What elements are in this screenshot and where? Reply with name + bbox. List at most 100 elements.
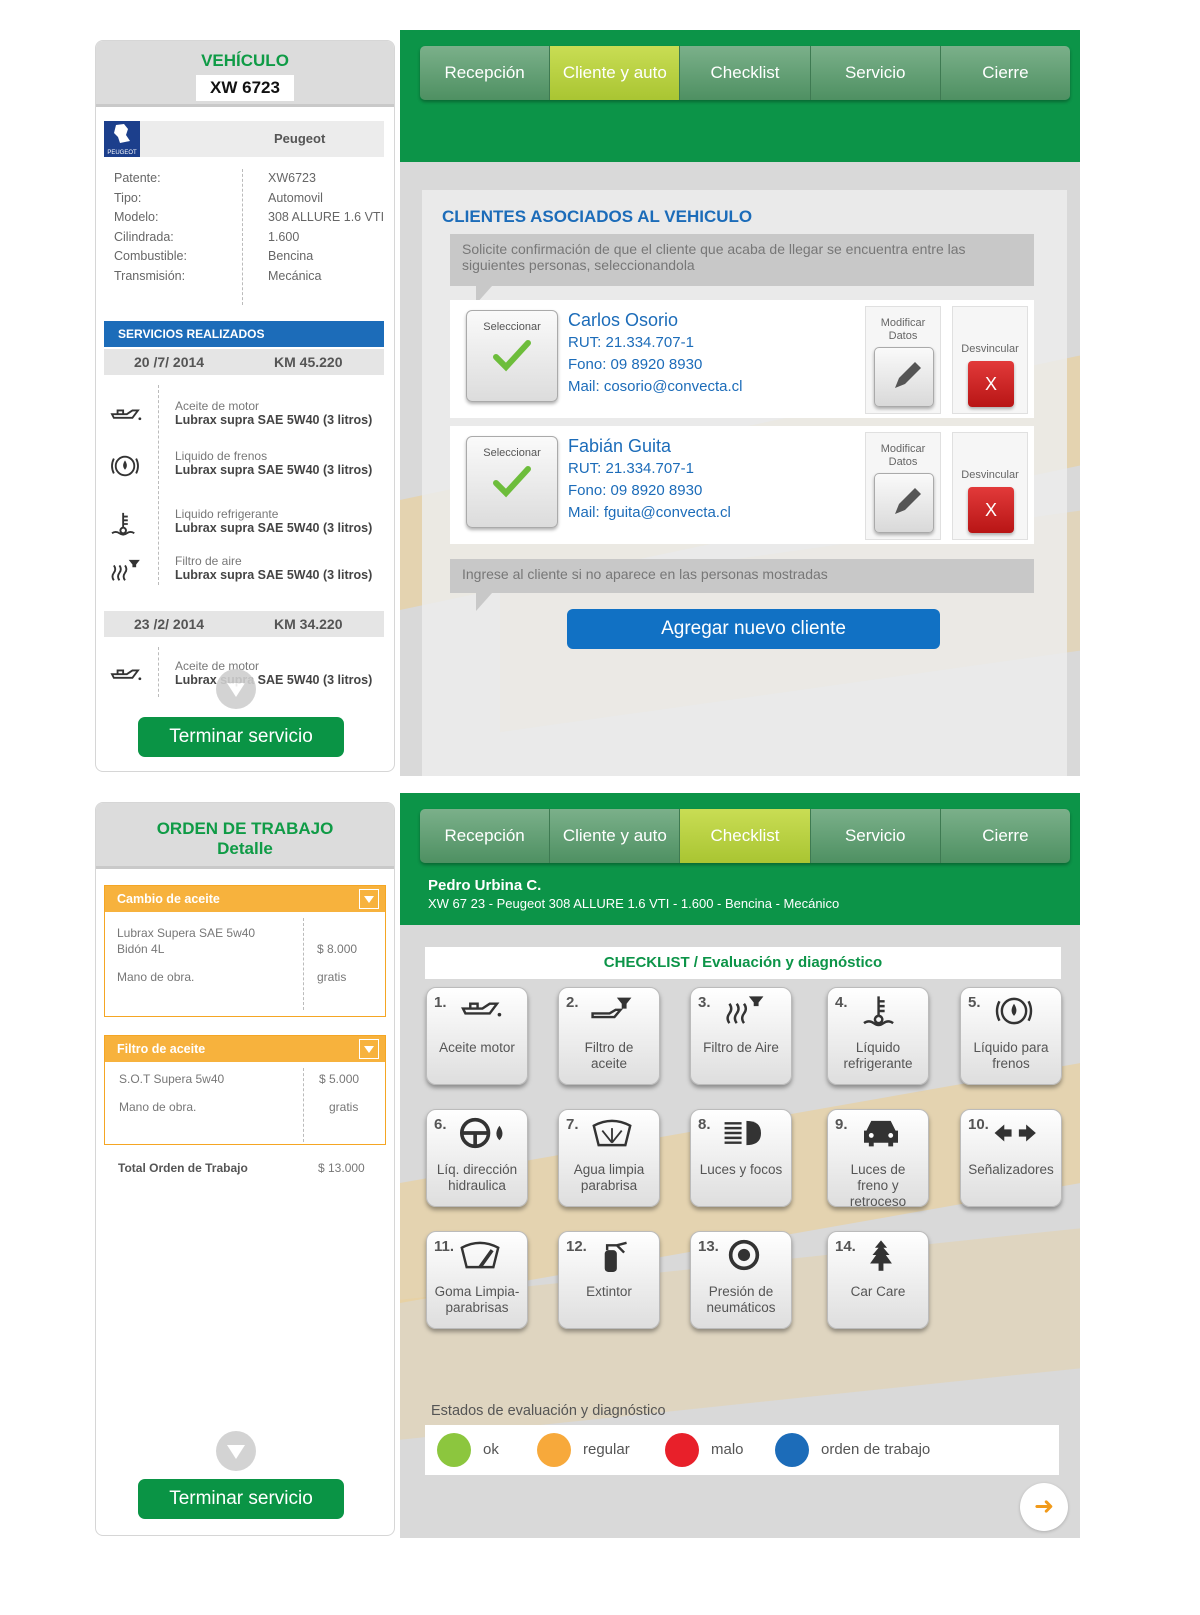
checklist-item[interactable]: 9. Luces de freno y retroceso bbox=[827, 1109, 929, 1209]
tab-cliente-y-auto[interactable]: Cliente y auto bbox=[550, 46, 681, 100]
checklist-number: 10. bbox=[968, 1116, 989, 1133]
checklist-number: 2. bbox=[566, 994, 579, 1011]
finish-service-button[interactable]: Terminar servicio bbox=[138, 1479, 344, 1519]
checklist-item[interactable]: 3. Filtro de Aire bbox=[690, 987, 792, 1085]
modify-label: Modificar Datos bbox=[880, 443, 926, 468]
unlink-button[interactable]: X bbox=[968, 487, 1014, 533]
checklist-item[interactable]: 11. Goma Limpia-parabrisas bbox=[426, 1231, 528, 1329]
vehicle-plate: XW 6723 bbox=[196, 75, 294, 101]
checklist-number: 6. bbox=[434, 1116, 447, 1133]
select-client-button[interactable]: Seleccionar bbox=[466, 436, 558, 528]
edit-button[interactable] bbox=[874, 347, 934, 407]
edit-button[interactable] bbox=[874, 473, 934, 533]
brake-fluid-icon bbox=[989, 994, 1039, 1028]
tab-cierre[interactable]: Cierre bbox=[940, 809, 1070, 863]
air-filter-icon bbox=[719, 994, 769, 1028]
client-name: Carlos Osorio bbox=[568, 310, 679, 330]
checklist-number: 8. bbox=[698, 1116, 711, 1133]
finish-service-button[interactable]: Terminar servicio bbox=[138, 717, 344, 757]
turn-signal-icon bbox=[989, 1116, 1039, 1150]
order-item-title: Filtro de aceite bbox=[117, 1042, 206, 1056]
order-header: ORDEN DE TRABAJO Detalle bbox=[96, 803, 394, 869]
order-line-value: gratis bbox=[317, 970, 347, 984]
unlink-label: Desvincular bbox=[961, 343, 1019, 355]
status-label: regular bbox=[583, 1441, 630, 1458]
coolant-icon bbox=[108, 511, 142, 537]
tab-recepci-n[interactable]: Recepción bbox=[420, 46, 551, 100]
scroll-down-button[interactable] bbox=[216, 669, 256, 709]
service-label: Liquido refrigerante bbox=[175, 507, 279, 521]
scroll-down-button[interactable] bbox=[216, 1431, 256, 1471]
peugeot-logo: PEUGEOT bbox=[104, 121, 140, 157]
vehicle-line: XW 67 23 - Peugeot 308 ALLURE 1.6 VTI - … bbox=[428, 896, 840, 911]
checklist-number: 13. bbox=[698, 1238, 719, 1255]
checklist-item[interactable]: 8. Luces y focos bbox=[690, 1109, 792, 1207]
checklist-item[interactable]: 14. Car Care bbox=[827, 1231, 929, 1329]
add-client-button[interactable]: Agregar nuevo cliente bbox=[567, 609, 940, 649]
unlink-button[interactable]: X bbox=[968, 361, 1014, 407]
tab-recepci-n[interactable]: Recepción bbox=[420, 809, 551, 863]
order-line-label: S.O.T Supera 5w40 bbox=[119, 1072, 225, 1086]
brake-fluid-icon bbox=[108, 453, 142, 479]
select-label: Seleccionar bbox=[483, 447, 541, 459]
air-filter-icon bbox=[108, 558, 142, 584]
checklist-label: Extintor bbox=[586, 1284, 632, 1299]
checklist-item[interactable]: 4. Líquido refrigerante bbox=[827, 987, 929, 1085]
checklist-item[interactable]: 6. Líq. dirección hidraulica bbox=[426, 1109, 528, 1207]
visit-km: KM 45.220 bbox=[274, 354, 343, 370]
visit-date: 20 /7/ 2014 bbox=[134, 354, 205, 370]
step-tabs: Recepción Cliente y auto Checklist Servicio… bbox=[420, 46, 1070, 100]
checklist-number: 12. bbox=[566, 1238, 587, 1255]
checklist-label: Filtro de aceite bbox=[584, 1040, 634, 1071]
checklist-label: Líquido para frenos bbox=[973, 1040, 1049, 1071]
legend-title: Estados de evaluación y diagnóstico bbox=[431, 1403, 666, 1419]
chevron-down-icon[interactable] bbox=[359, 1039, 379, 1059]
tab-cierre[interactable]: Cierre bbox=[940, 46, 1070, 100]
tab-checklist[interactable]: Checklist bbox=[680, 46, 811, 100]
status-dot bbox=[437, 1433, 471, 1467]
checklist-label: Presión de neumáticos bbox=[706, 1284, 776, 1315]
checklist-item[interactable]: 10. Señalizadores bbox=[960, 1109, 1062, 1207]
oil-can-icon bbox=[108, 403, 142, 429]
vehicle-header: VEHÍCULO XW 6723 bbox=[96, 41, 394, 107]
chevron-down-icon[interactable] bbox=[359, 889, 379, 909]
tab-checklist[interactable]: Checklist bbox=[680, 809, 811, 863]
checklist-item[interactable]: 13. Presión de neumáticos bbox=[690, 1231, 792, 1329]
spec-value: Mecánica bbox=[268, 268, 322, 283]
spec-value: XW6723 bbox=[268, 171, 316, 185]
checklist-number: 3. bbox=[698, 994, 711, 1011]
checklist-label: Filtro de Aire bbox=[703, 1040, 779, 1055]
order-total-value: $ 13.000 bbox=[318, 1161, 365, 1175]
service-value: Lubrax supra SAE 5W40 (3 litros) bbox=[175, 521, 373, 535]
checklist-item[interactable]: 1. Aceite motor bbox=[426, 987, 528, 1085]
services-header: SERVICIOS REALIZADOS bbox=[104, 321, 384, 347]
exit-icon[interactable]: ➜ bbox=[1020, 1483, 1068, 1531]
checklist-label: Luces y focos bbox=[699, 1162, 783, 1177]
order-line-label: Bidón 4L bbox=[117, 942, 165, 956]
checklist-item[interactable]: 5. Líquido para frenos bbox=[960, 987, 1062, 1085]
washer-fluid-icon bbox=[587, 1116, 637, 1150]
check-icon bbox=[467, 339, 557, 376]
client-details: RUT: 21.334.707-1 Fono: 09 8920 8930 Mail:… bbox=[568, 332, 742, 398]
service-label: Aceite de motor bbox=[175, 659, 260, 673]
coolant-icon bbox=[856, 994, 906, 1028]
order-line-value: $ 5.000 bbox=[319, 1072, 360, 1086]
checklist-item[interactable]: 2. Filtro de aceite bbox=[558, 987, 660, 1085]
checklist-item[interactable]: 7. Agua limpia parabrisa bbox=[558, 1109, 660, 1207]
tab-servicio[interactable]: Servicio bbox=[810, 809, 941, 863]
checklist-item[interactable]: 12. Extintor bbox=[558, 1231, 660, 1329]
tab-cliente-y-auto[interactable]: Cliente y auto bbox=[550, 809, 681, 863]
checklist-number: 11. bbox=[434, 1238, 455, 1255]
checklist-label: Car Care bbox=[850, 1284, 906, 1299]
select-client-button[interactable]: Seleccionar bbox=[466, 310, 558, 402]
oil-can-icon bbox=[455, 994, 505, 1028]
steering-fluid-icon bbox=[455, 1116, 505, 1150]
service-label: Aceite de motor bbox=[175, 399, 260, 413]
checklist-label: Luces de freno y retroceso bbox=[849, 1162, 907, 1209]
checklist-number: 7. bbox=[566, 1116, 579, 1133]
tab-servicio[interactable]: Servicio bbox=[810, 46, 941, 100]
spec-value: 308 ALLURE 1.6 VTI bbox=[268, 210, 385, 224]
status-label: orden de trabajo bbox=[821, 1441, 931, 1458]
spec-label: Modelo: bbox=[114, 210, 159, 224]
main-panel: Recepción Cliente y auto Checklist Servicio… bbox=[400, 30, 1080, 776]
